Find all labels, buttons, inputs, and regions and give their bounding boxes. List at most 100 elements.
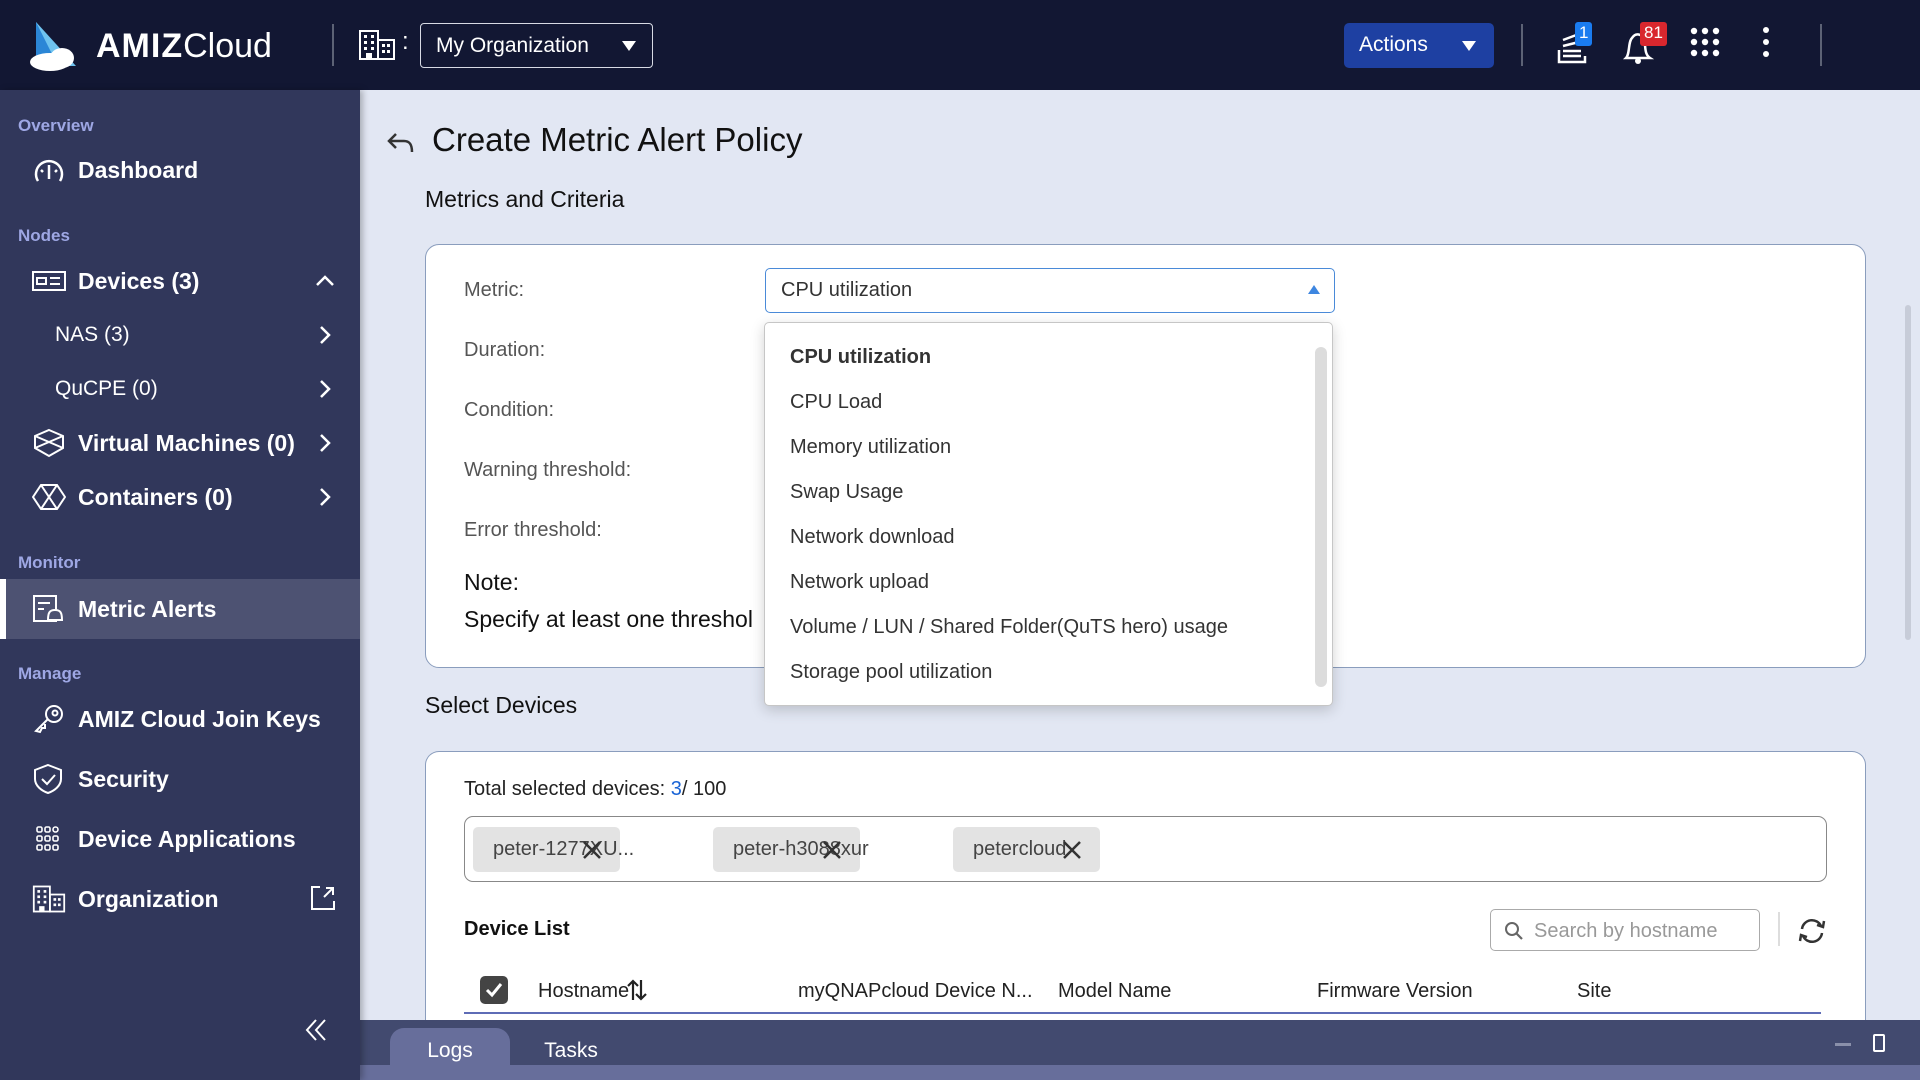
tab-tasks-label: Tasks: [544, 1039, 598, 1062]
select-devices-card: Total selected devices: 3/ 100 peter-127…: [425, 751, 1866, 1051]
device-chip: peter-1277XU...: [473, 827, 634, 872]
metric-option[interactable]: Memory utilization: [790, 436, 951, 459]
column-header-device-name[interactable]: myQNAPcloud Device N...: [798, 980, 1033, 1003]
sidebar-item-metric-alerts[interactable]: Metric Alerts: [0, 579, 360, 639]
virtual-machines-icon: [34, 428, 64, 458]
more-options-button[interactable]: [1760, 26, 1800, 66]
sidebar-item-label: Virtual Machines (0): [78, 430, 295, 456]
org-separator: :: [402, 28, 409, 55]
collapse-sidebar-icon[interactable]: [302, 1015, 330, 1045]
sidebar-item-dashboard[interactable]: Dashboard: [0, 143, 360, 197]
apps-launcher-button[interactable]: [1689, 26, 1729, 66]
building-icon: [32, 885, 66, 913]
sidebar-item-containers[interactable]: Containers (0): [0, 470, 360, 524]
amiz-cloud-logo[interactable]: AMIZCloud: [28, 18, 308, 74]
sidebar-item-organization[interactable]: Organization: [0, 872, 360, 926]
metric-select-value: CPU utilization: [781, 279, 913, 301]
sidebar-section-manage: Manage: [18, 664, 82, 683]
refresh-icon[interactable]: [1796, 915, 1828, 947]
organization-select[interactable]: My Organization: [420, 23, 653, 68]
sidebar-item-devices[interactable]: Devices (3): [0, 254, 360, 308]
metric-option[interactable]: Network download: [790, 526, 955, 549]
chevron-right-icon: [320, 488, 331, 506]
duration-label: Duration:: [464, 339, 546, 361]
logo-thin-text: Cloud: [183, 26, 272, 65]
column-header-model-name[interactable]: Model Name: [1058, 980, 1171, 1003]
chevron-right-icon: [320, 326, 331, 344]
building-icon: [359, 30, 395, 60]
sidebar-item-label: Organization: [78, 886, 219, 912]
metric-option[interactable]: CPU utilization: [790, 346, 931, 369]
metric-select[interactable]: CPU utilization: [765, 268, 1335, 313]
tasks-button[interactable]: 1: [1555, 22, 1595, 66]
device-list-title: Device List: [464, 918, 570, 940]
logo-wordmark: AMIZCloud: [96, 27, 272, 66]
sidebar-item-label: Dashboard: [78, 157, 199, 183]
tab-tasks[interactable]: Tasks: [511, 1028, 631, 1070]
minimize-panel-icon[interactable]: [1835, 1043, 1851, 1046]
sidebar-item-qucpe[interactable]: QuCPE (0): [0, 362, 360, 416]
sidebar-section-nodes: Nodes: [18, 226, 70, 245]
search-icon: [1505, 922, 1523, 940]
external-link-icon[interactable]: [310, 885, 336, 911]
containers-icon: [32, 484, 66, 510]
back-arrow-icon[interactable]: [386, 130, 416, 156]
note-label: Note:: [464, 569, 519, 595]
metric-option[interactable]: Volume / LUN / Shared Folder(QuTS hero) …: [790, 616, 1228, 639]
hostname-search-input[interactable]: Search by hostname: [1490, 909, 1760, 951]
maximize-panel-icon[interactable]: [1873, 1034, 1885, 1052]
column-header-firmware-version[interactable]: Firmware Version: [1317, 980, 1473, 1003]
sidebar-item-virtual-machines[interactable]: Virtual Machines (0): [0, 416, 360, 470]
apps-grid-icon: [1690, 27, 1720, 57]
more-vertical-icon: [1763, 27, 1769, 57]
sidebar-section-monitor: Monitor: [18, 553, 81, 572]
sidebar-item-nas[interactable]: NAS (3): [0, 308, 360, 362]
page-scrollbar[interactable]: [1905, 305, 1911, 640]
select-all-checkbox[interactable]: [480, 976, 508, 1004]
close-icon[interactable]: [1062, 840, 1082, 860]
sort-icon[interactable]: [626, 978, 648, 1002]
sidebar-item-label: Devices (3): [78, 268, 200, 294]
tasks-count-badge: 1: [1575, 22, 1593, 46]
metric-option[interactable]: Swap Usage: [790, 481, 903, 504]
close-icon[interactable]: [582, 840, 602, 860]
cloud-logo-icon: [30, 22, 76, 71]
metrics-section-title: Metrics and Criteria: [425, 186, 625, 212]
tab-logs[interactable]: Logs: [390, 1028, 510, 1070]
sidebar-item-label: QuCPE (0): [55, 377, 158, 400]
metric-option[interactable]: CPU Load: [790, 391, 882, 414]
page-title: Create Metric Alert Policy: [432, 121, 803, 158]
metric-option[interactable]: Network upload: [790, 571, 929, 594]
column-header-hostname[interactable]: Hostname: [538, 980, 629, 1003]
dropdown-scrollbar[interactable]: [1315, 347, 1327, 687]
sidebar-item-label: Device Applications: [78, 826, 296, 852]
device-chip-label: peter-h3088xur: [733, 838, 869, 860]
topbar-divider: [332, 24, 334, 66]
max-count: / 100: [681, 778, 727, 800]
top-bar: AMIZCloud : My Organization Actions 1 81: [0, 0, 1920, 90]
caret-down-icon: [1462, 41, 1476, 51]
note-text: Specify at least one threshol: [464, 606, 753, 632]
total-selected-label: Total selected devices:: [464, 778, 671, 800]
caret-up-icon: [1308, 285, 1320, 294]
actions-button[interactable]: Actions: [1344, 23, 1494, 68]
selected-devices-box: peter-1277XU... peter-h3088xur peterclou…: [464, 816, 1827, 882]
notifications-button[interactable]: 81: [1620, 22, 1667, 66]
sidebar-item-device-applications[interactable]: Device Applications: [0, 812, 360, 866]
organization-select-value: My Organization: [436, 34, 589, 57]
sidebar-item-security[interactable]: Security: [0, 752, 360, 806]
bottom-panel-bar: Logs Tasks: [360, 1020, 1920, 1080]
sidebar-item-label: NAS (3): [55, 323, 130, 346]
warning-threshold-label: Warning threshold:: [464, 459, 632, 481]
toolbar-divider: [1778, 912, 1780, 946]
sidebar-item-join-keys[interactable]: AMIZ Cloud Join Keys: [0, 692, 360, 746]
metric-option[interactable]: Storage pool utilization: [790, 661, 992, 684]
chevron-up-icon[interactable]: [314, 270, 336, 292]
close-icon[interactable]: [822, 840, 842, 860]
column-header-site[interactable]: Site: [1577, 980, 1611, 1003]
metric-alerts-icon: [33, 595, 64, 622]
logo-bold-text: AMIZ: [96, 26, 184, 65]
sidebar: Overview Dashboard Nodes Devices (3) NAS…: [0, 90, 360, 1080]
sidebar-item-label: AMIZ Cloud Join Keys: [78, 706, 321, 732]
device-chip: peter-h3088xur: [713, 827, 869, 872]
